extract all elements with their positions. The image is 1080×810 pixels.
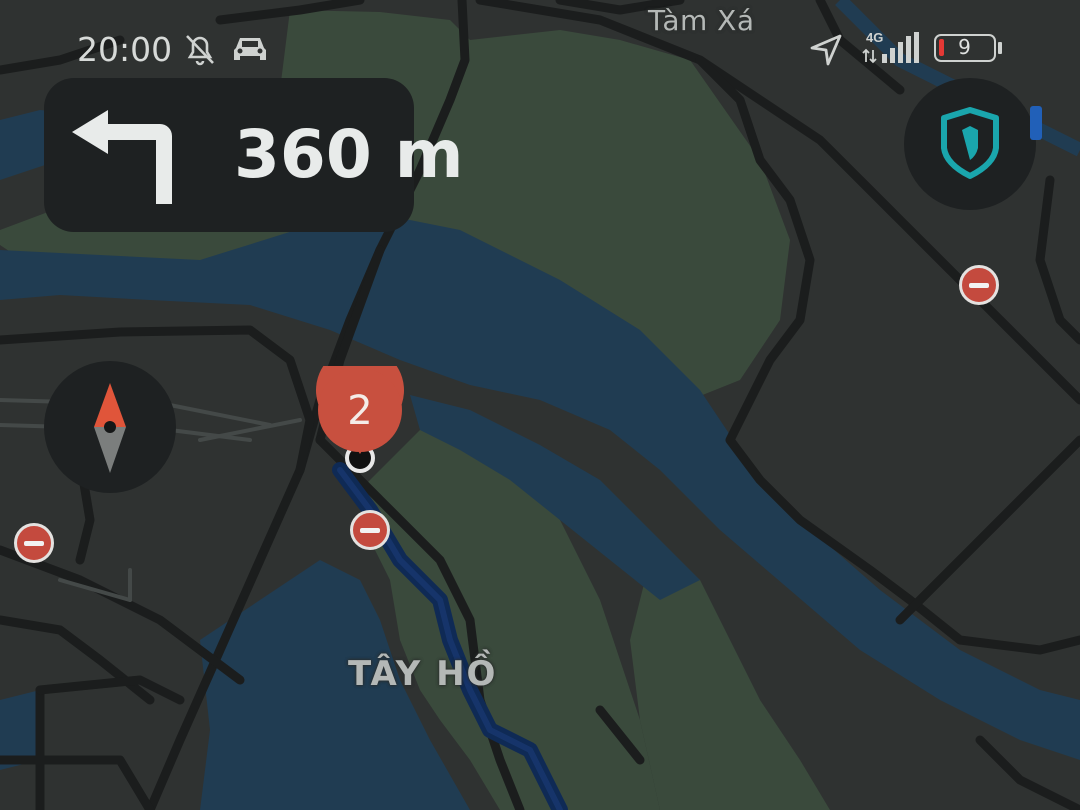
status-bar: 20:00 4G 9 <box>0 0 1080 90</box>
place-label-tay-ho: TÂY HỒ <box>348 654 498 694</box>
battery-icon: 9 <box>934 34 996 62</box>
side-tab-indicator <box>1030 106 1042 140</box>
car-icon <box>234 38 266 60</box>
no-entry-icon <box>14 523 54 563</box>
waypoint-marker[interactable]: 2 <box>316 346 406 476</box>
turn-instruction-card[interactable]: 360 m <box>44 78 464 232</box>
location-arrow-icon <box>810 34 842 66</box>
safety-shield-button[interactable] <box>904 78 1036 210</box>
signal-icon <box>862 32 919 64</box>
compass-icon <box>94 383 126 473</box>
notifications-off-icon <box>186 35 214 66</box>
waypoint-number: 2 <box>347 388 373 434</box>
shield-icon <box>941 107 999 179</box>
distance-to-turn: 360 m <box>234 116 464 193</box>
no-entry-icon <box>350 510 390 550</box>
navigation-screen: Tàm Xá TÂY HỒ 2 20:00 4G 9 360 m <box>0 0 1080 810</box>
no-entry-icon <box>959 265 999 305</box>
battery-level: 9 <box>958 35 971 59</box>
turn-left-icon <box>72 110 172 204</box>
battery-cap <box>998 42 1002 54</box>
compass-button[interactable] <box>44 361 176 493</box>
status-clock: 20:00 <box>77 30 173 69</box>
